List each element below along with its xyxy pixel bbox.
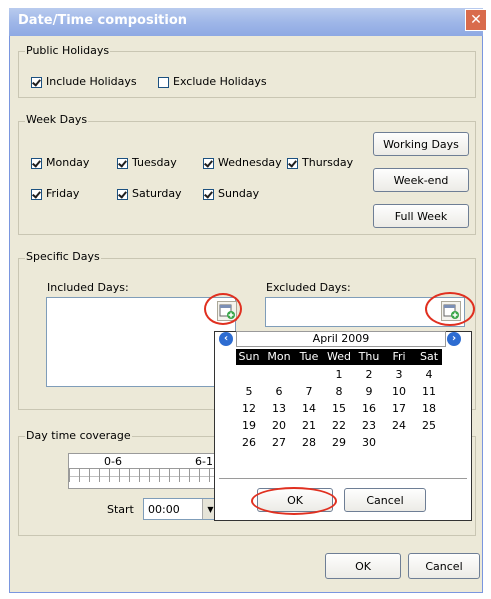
- tuesday-label: Tuesday: [132, 156, 177, 169]
- weekday-wed: Wed: [327, 350, 351, 363]
- window-title: Date/Time composition: [18, 13, 188, 28]
- week-days-legend: Week Days: [25, 113, 89, 126]
- calendar-day[interactable]: 8: [326, 385, 352, 402]
- calendar-day[interactable]: 15: [326, 402, 352, 419]
- calendar-day[interactable]: 28: [296, 436, 322, 453]
- calendar-day[interactable]: 21: [296, 419, 322, 436]
- weekday-thu: Thu: [358, 350, 380, 363]
- calendar-separator: [219, 478, 467, 479]
- saturday-checkbox[interactable]: [117, 189, 128, 200]
- calendar-day[interactable]: [416, 436, 442, 453]
- close-button[interactable]: ✕: [465, 9, 487, 31]
- sunday-checkbox[interactable]: [203, 189, 214, 200]
- calendar-week-row: 1 2 3 4: [236, 368, 442, 385]
- calendar-cancel-button[interactable]: Cancel: [344, 488, 426, 512]
- calendar-day[interactable]: 23: [356, 419, 382, 436]
- calendar-day[interactable]: 17: [386, 402, 412, 419]
- calendar-week-row: 12 13 14 15 16 17 18: [236, 402, 442, 419]
- calendar-day[interactable]: 5: [236, 385, 262, 402]
- chevron-left-icon[interactable]: ‹: [219, 332, 233, 346]
- calendar-day[interactable]: 16: [356, 402, 382, 419]
- ok-button[interactable]: OK: [325, 553, 401, 579]
- wednesday-checkbox[interactable]: [203, 158, 214, 169]
- friday-checkbox[interactable]: [31, 189, 42, 200]
- calendar-day[interactable]: 22: [326, 419, 352, 436]
- calendar-day[interactable]: [296, 368, 322, 385]
- full-week-button[interactable]: Full Week: [373, 204, 469, 228]
- week-end-button[interactable]: Week-end: [373, 168, 469, 192]
- calendar-day[interactable]: 29: [326, 436, 352, 453]
- weekday-mon: Mon: [267, 350, 291, 363]
- calendar-day[interactable]: 1: [326, 368, 352, 385]
- calendar-day[interactable]: 18: [416, 402, 442, 419]
- exclude-holidays-checkbox[interactable]: [158, 77, 169, 88]
- annotation-circle-excluded: [425, 292, 475, 326]
- calendar-weekday-header: Sun Mon Tue Wed Thu Fri Sat: [236, 349, 442, 365]
- calendar-day[interactable]: 7: [296, 385, 322, 402]
- public-holidays-legend: Public Holidays: [25, 44, 111, 57]
- calendar-day[interactable]: 27: [266, 436, 292, 453]
- include-holidays-label: Include Holidays: [46, 75, 137, 88]
- friday-label: Friday: [46, 187, 80, 200]
- calendar-day[interactable]: 11: [416, 385, 442, 402]
- thursday-checkbox[interactable]: [287, 158, 298, 169]
- chevron-right-icon[interactable]: ›: [447, 332, 461, 346]
- calendar-day[interactable]: [386, 436, 412, 453]
- calendar-day[interactable]: 9: [356, 385, 382, 402]
- thursday-label: Thursday: [302, 156, 354, 169]
- day-time-coverage-legend: Day time coverage: [25, 429, 132, 442]
- calendar-week-row: 5 6 7 8 9 10 11: [236, 385, 442, 402]
- excluded-days-label: Excluded Days:: [266, 281, 351, 294]
- calendar-day[interactable]: 10: [386, 385, 412, 402]
- weekday-fri: Fri: [392, 350, 406, 363]
- tuesday-checkbox[interactable]: [117, 158, 128, 169]
- calendar-day[interactable]: 30: [356, 436, 382, 453]
- working-days-button[interactable]: Working Days: [373, 132, 469, 156]
- annotation-circle-included: [204, 293, 242, 325]
- weekday-row: Sun Mon Tue Wed Thu Fri Sat: [236, 350, 442, 363]
- calendar-day[interactable]: 2: [356, 368, 382, 385]
- include-holidays-checkbox[interactable]: [31, 77, 42, 88]
- specific-days-legend: Specific Days: [25, 250, 101, 263]
- calendar-day[interactable]: 20: [266, 419, 292, 436]
- exclude-holidays-label: Exclude Holidays: [173, 75, 267, 88]
- calendar-day[interactable]: 25: [416, 419, 442, 436]
- calendar-day[interactable]: 6: [266, 385, 292, 402]
- cancel-button[interactable]: Cancel: [408, 553, 480, 579]
- calendar-day[interactable]: 4: [416, 368, 442, 385]
- start-label: Start: [107, 503, 134, 516]
- month-label: April 2009: [236, 331, 446, 347]
- calendar-week-row: 19 20 21 22 23 24 25: [236, 419, 442, 436]
- monday-label: Monday: [46, 156, 90, 169]
- ruler-ticks: [69, 469, 217, 482]
- calendar-day[interactable]: [236, 368, 262, 385]
- weekday-tue: Tue: [299, 350, 319, 363]
- weekday-sat: Sat: [419, 350, 439, 363]
- calendar-day[interactable]: 13: [266, 402, 292, 419]
- saturday-label: Saturday: [132, 187, 182, 200]
- calendar-day[interactable]: 3: [386, 368, 412, 385]
- calendar-day[interactable]: 19: [236, 419, 262, 436]
- calendar-days-grid: 1 2 3 4 5 6 7 8 9 10 11 12 13 14 15 16 1…: [236, 368, 442, 453]
- ruler-label-6-12: 6-1: [195, 455, 213, 468]
- calendar-day[interactable]: 12: [236, 402, 262, 419]
- calendar-week-row: 26 27 28 29 30: [236, 436, 442, 453]
- weekday-sun: Sun: [238, 350, 260, 363]
- calendar-day[interactable]: [266, 368, 292, 385]
- start-time-value: 00:00: [148, 503, 180, 516]
- sunday-label: Sunday: [218, 187, 260, 200]
- annotation-circle-ok: [251, 487, 337, 515]
- wednesday-label: Wednesday: [218, 156, 282, 169]
- calendar-day[interactable]: 26: [236, 436, 262, 453]
- calendar-day[interactable]: 14: [296, 402, 322, 419]
- calendar-day[interactable]: 24: [386, 419, 412, 436]
- ruler-label-0-6: 0-6: [104, 455, 122, 468]
- monday-checkbox[interactable]: [31, 158, 42, 169]
- start-time-select[interactable]: 00:00 ▼: [143, 498, 219, 520]
- included-days-label: Included Days:: [47, 281, 129, 294]
